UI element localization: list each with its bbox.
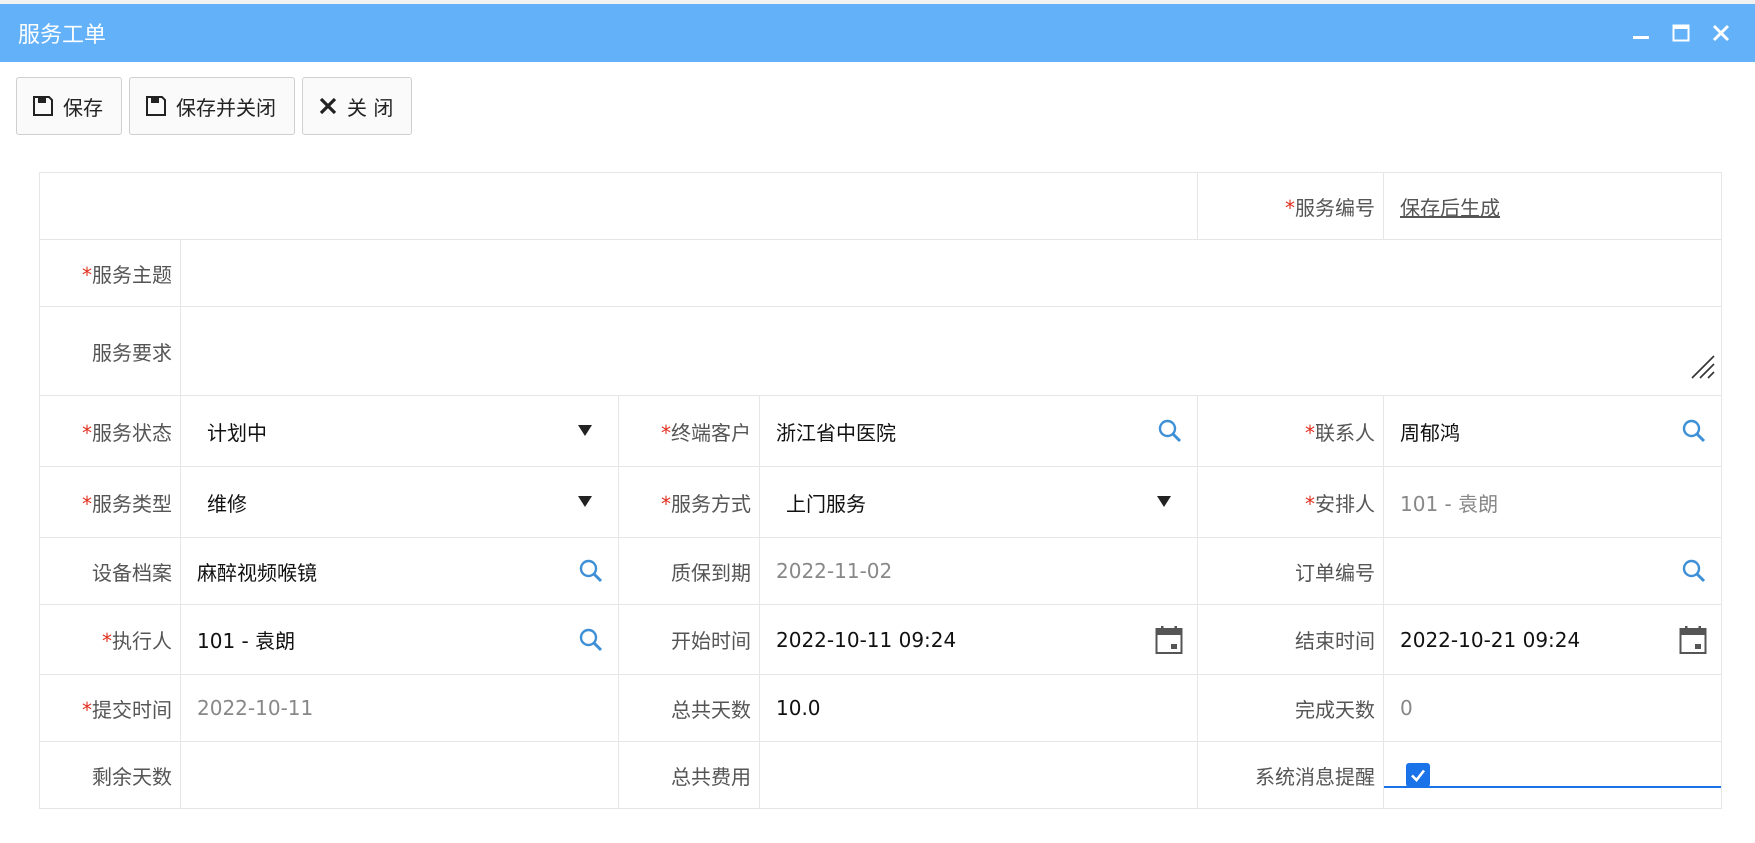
customer-field[interactable]: 浙江省中医院 [759,395,1198,467]
service-no-value[interactable]: 保存后生成 [1400,192,1500,221]
search-icon[interactable] [578,627,604,653]
floppy-disk-icon [33,96,53,116]
executor-field[interactable]: 101 - 袁朗 [180,604,619,675]
chevron-down-icon [1157,496,1171,507]
close-label: 关 闭 [347,95,394,120]
service-no-field: 保存后生成 [1383,172,1722,240]
contact-field[interactable]: 周郁鸿 [1383,395,1722,467]
executor-label: *执行人 [39,604,181,675]
equipment-field[interactable]: 麻醉视频喉镜 [180,537,619,605]
submit-time-field: 2022-10-11 [180,674,619,742]
done-days-field: 0 [1383,674,1722,742]
done-days-label: 完成天数 [1197,674,1384,742]
search-icon[interactable] [1681,558,1707,584]
sys-notify-checkbox[interactable] [1406,763,1430,787]
toolbar: 保存 保存并关闭 关 闭 [16,77,413,135]
maximize-icon [1672,24,1690,42]
calendar-icon[interactable] [1155,625,1183,655]
order-no-label: 订单编号 [1197,537,1384,605]
arranger-field: 101 - 袁朗 [1383,466,1722,538]
save-and-close-label: 保存并关闭 [176,95,276,120]
warranty-end-label: 质保到期 [618,537,760,605]
checkmark-icon [1411,769,1426,782]
contact-label: *联系人 [1197,395,1384,467]
service-order-form: *服务编号 保存后生成 *服务主题 服务要求 *服务状态 计划中 *终端客户 浙… [39,172,1722,809]
subject-input[interactable] [180,239,1722,307]
status-label: *服务状态 [39,395,181,467]
customer-label: *终端客户 [618,395,760,467]
save-label: 保存 [63,95,103,120]
minimize-icon [1633,36,1649,39]
sys-notify-field [1383,741,1722,809]
save-and-close-button[interactable]: 保存并关闭 [129,77,295,135]
window-title: 服务工单 [18,23,107,48]
end-time-field[interactable]: 2022-10-21 09:24 [1383,604,1722,675]
subject-label: *服务主题 [39,239,181,307]
close-icon [1712,24,1730,42]
search-icon[interactable] [578,558,604,584]
service-mode-label: *服务方式 [618,466,760,538]
end-time-label: 结束时间 [1197,604,1384,675]
remaining-days-label: 剩余天数 [39,741,181,809]
calendar-icon[interactable] [1679,625,1707,655]
service-type-select[interactable]: 维修 [180,466,619,538]
sys-notify-label: 系统消息提醒 [1197,741,1384,809]
minimize-button[interactable] [1621,13,1661,53]
service-type-label: *服务类型 [39,466,181,538]
total-days-label: 总共天数 [618,674,760,742]
save-button[interactable]: 保存 [16,77,122,135]
equipment-label: 设备档案 [39,537,181,605]
total-cost-label: 总共费用 [618,741,760,809]
service-mode-select[interactable]: 上门服务 [759,466,1198,538]
start-time-label: 开始时间 [618,604,760,675]
chevron-down-icon [578,496,592,507]
total-cost-field[interactable] [759,741,1198,809]
service-no-label: *服务编号 [1197,172,1384,240]
order-no-field[interactable] [1383,537,1722,605]
warranty-end-field: 2022-11-02 [759,537,1198,605]
submit-time-label: *提交时间 [39,674,181,742]
remaining-days-field [180,741,619,809]
search-icon[interactable] [1157,418,1183,444]
window-titlebar: 服务工单 [0,4,1755,62]
floppy-disk-icon [146,96,166,116]
total-days-field[interactable]: 10.0 [759,674,1198,742]
close-icon [319,97,337,115]
resize-handle-icon[interactable] [1689,353,1715,379]
empty-cell [39,172,1198,240]
status-select[interactable]: 计划中 [180,395,619,467]
start-time-field[interactable]: 2022-10-11 09:24 [759,604,1198,675]
requirement-label: 服务要求 [39,306,181,396]
arranger-label: *安排人 [1197,466,1384,538]
close-window-button[interactable] [1701,13,1741,53]
search-icon[interactable] [1681,418,1707,444]
close-button[interactable]: 关 闭 [302,77,413,135]
maximize-button[interactable] [1661,13,1701,53]
requirement-textarea[interactable] [180,306,1722,396]
chevron-down-icon [578,425,592,436]
focus-underline [1384,786,1721,788]
